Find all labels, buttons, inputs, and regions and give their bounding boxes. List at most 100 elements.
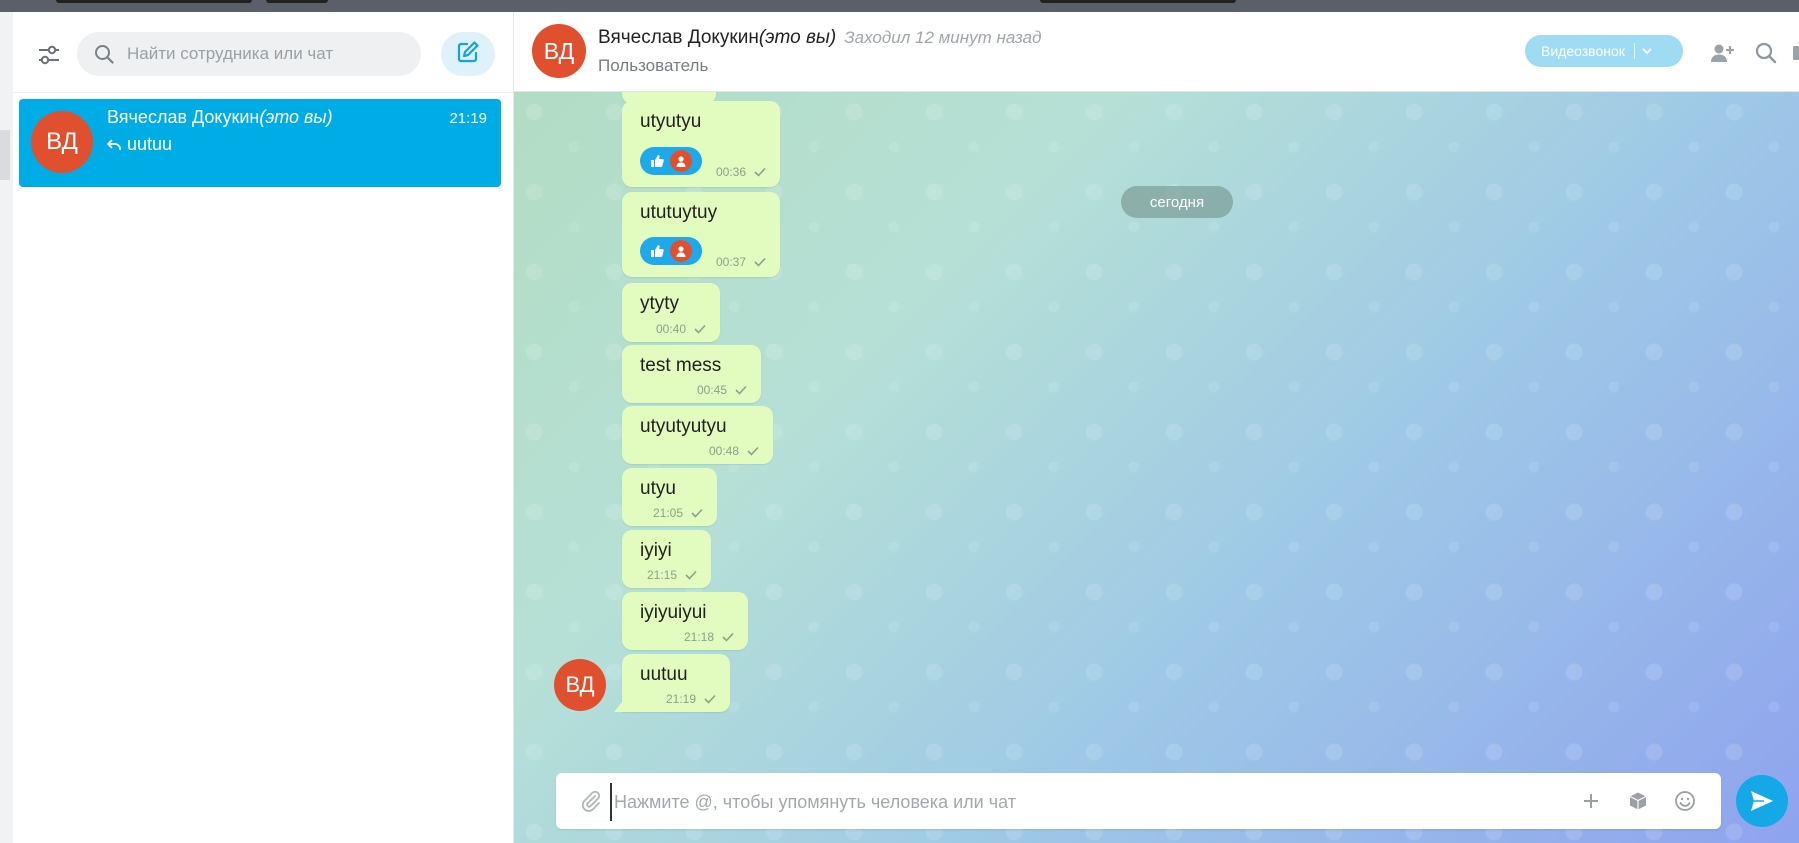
check-icon xyxy=(685,570,697,580)
message-text: ytyty xyxy=(640,293,680,314)
reaction-avatar xyxy=(670,150,692,172)
background-window-strip xyxy=(0,12,13,843)
send-icon xyxy=(1751,791,1773,811)
os-tab-indicator xyxy=(1040,0,1236,3)
video-call-label: Видеозвонок xyxy=(1541,43,1625,59)
os-top-bar xyxy=(0,0,1799,12)
message-input[interactable] xyxy=(610,783,1536,821)
contact-role: Пользователь xyxy=(598,56,709,75)
chat-title: Вячеслав Докукин(это вы) xyxy=(107,107,333,128)
message-text: iyiyuiyui xyxy=(640,602,707,623)
os-tab-indicator xyxy=(56,0,252,3)
box-button[interactable] xyxy=(1625,788,1651,814)
add-user-button[interactable] xyxy=(1709,40,1735,66)
message-bubble[interactable]: ututuytuy 00:37 xyxy=(622,192,780,277)
message-time: 00:40 xyxy=(655,322,686,336)
add-button[interactable] xyxy=(1578,788,1604,814)
check-icon xyxy=(754,167,766,177)
search-input[interactable] xyxy=(125,43,409,65)
check-icon xyxy=(694,324,706,334)
compose-icon xyxy=(456,40,480,69)
thumbs-up-icon xyxy=(650,154,664,168)
avatar[interactable]: ВД xyxy=(532,24,586,78)
chat-last-message: uutuu xyxy=(107,134,172,155)
message-text: iyiyi xyxy=(640,540,672,561)
check-icon xyxy=(691,508,703,518)
message-time: 21:05 xyxy=(652,506,683,520)
filter-settings-button[interactable] xyxy=(30,38,68,76)
sidebar-header xyxy=(13,12,513,93)
chevron-down-icon[interactable] xyxy=(1641,45,1653,57)
message-meta: 00:37 xyxy=(716,255,766,269)
message-bubble[interactable]: utyutyu 00:36 xyxy=(622,101,780,187)
message-meta: 21:18 xyxy=(684,630,734,644)
cube-icon xyxy=(1629,792,1647,810)
message-bubble[interactable]: ytyty 00:40 xyxy=(622,283,720,342)
message-bubble[interactable]: test mess 00:45 xyxy=(622,345,761,403)
send-button[interactable] xyxy=(1736,775,1788,827)
message-text: utyu xyxy=(640,478,676,499)
message-meta: 00:40 xyxy=(656,322,706,336)
check-icon xyxy=(754,257,766,267)
reply-icon xyxy=(107,138,121,150)
add-user-icon xyxy=(1711,44,1734,62)
chat-name-suffix: (это вы) xyxy=(259,107,333,127)
more-icon xyxy=(1793,46,1799,60)
message-time: 21:18 xyxy=(683,630,714,644)
more-button[interactable] xyxy=(1790,40,1799,66)
message-time: 00:37 xyxy=(715,255,746,269)
reactions[interactable] xyxy=(640,237,702,265)
thumbs-up-icon xyxy=(650,244,664,258)
video-call-button[interactable]: Видеозвонок xyxy=(1525,35,1683,67)
check-icon xyxy=(722,632,734,642)
sliders-icon xyxy=(37,44,61,71)
message-meta: 21:15 xyxy=(647,568,697,582)
chat-sidebar: ВД Вячеслав Докукин(это вы) 21:19 uutuu xyxy=(13,12,514,843)
message-text: utyutyu xyxy=(640,111,702,132)
message-text: test mess xyxy=(640,355,722,376)
chat-header: ВД Вячеслав Докукин(это вы) Заходил 12 ми… xyxy=(514,12,1799,92)
chat-header-title: Вячеслав Докукин(это вы) Заходил 12 минут… xyxy=(598,27,1042,49)
message-meta: 00:45 xyxy=(697,383,747,397)
message-text: utyutyutyu xyxy=(640,416,727,437)
reaction-avatar xyxy=(670,240,692,262)
last-message-text: uutuu xyxy=(127,134,173,154)
message-time: 21:15 xyxy=(646,568,677,582)
check-icon xyxy=(735,385,747,395)
chat-time: 21:19 xyxy=(449,110,487,127)
message-bubble[interactable]: utyutyutyu 00:48 xyxy=(622,406,773,464)
message-meta: 21:05 xyxy=(653,506,703,520)
message-composer xyxy=(556,773,1721,829)
contact-name: Вячеслав Докукин xyxy=(598,27,759,48)
message-bubble[interactable]: utyu 21:05 xyxy=(622,468,717,526)
smile-icon xyxy=(1675,791,1695,811)
chat-main: ВД Вячеслав Докукин(это вы) Заходил 12 ми… xyxy=(514,12,1799,843)
chat-name: Вячеслав Докукин xyxy=(107,107,260,127)
reactions[interactable] xyxy=(640,147,702,175)
emoji-button[interactable] xyxy=(1672,788,1698,814)
message-bubble[interactable]: uutuu 21:19 xyxy=(614,654,730,712)
message-meta: 00:48 xyxy=(709,444,759,458)
os-tab-indicator xyxy=(266,0,328,3)
sender-avatar[interactable]: ВД xyxy=(554,659,606,711)
new-chat-button[interactable] xyxy=(441,32,495,76)
paperclip-icon xyxy=(581,790,601,812)
message-meta: 00:36 xyxy=(716,165,766,179)
message-time: 21:19 xyxy=(665,692,696,706)
chat-list-item[interactable]: ВД Вячеслав Докукин(это вы) 21:19 uutuu xyxy=(19,99,501,187)
search-bar xyxy=(77,32,421,76)
divider xyxy=(1633,43,1635,59)
avatar: ВД xyxy=(31,111,93,173)
last-seen-status: Заходил 12 минут назад xyxy=(844,28,1042,47)
chat-search-button[interactable] xyxy=(1753,40,1779,66)
plus-icon xyxy=(1584,794,1598,808)
message-text: ututuytuy xyxy=(640,202,718,223)
message-bubble[interactable]: iyiyuiyui 21:18 xyxy=(622,592,748,650)
background-selection xyxy=(0,130,10,180)
attach-button[interactable] xyxy=(578,788,604,814)
message-meta: 21:19 xyxy=(666,692,716,706)
message-bubble[interactable]: iyiyi 21:15 xyxy=(622,530,711,588)
search-icon xyxy=(91,41,117,67)
message-text: uutuu xyxy=(640,664,688,685)
check-icon xyxy=(704,694,716,704)
